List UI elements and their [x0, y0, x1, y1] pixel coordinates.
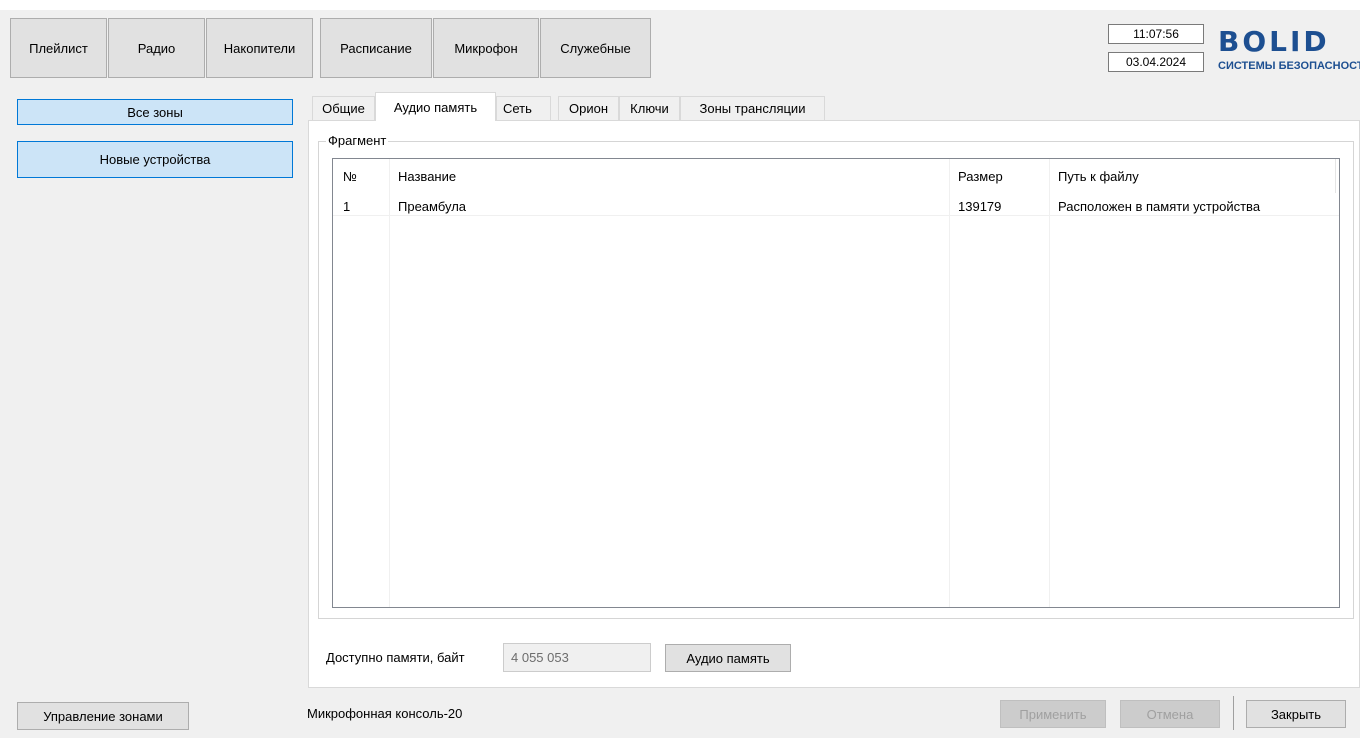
nav-service-button[interactable]: Служебные	[540, 18, 651, 78]
device-name-label: Микрофонная консоль-20	[307, 706, 463, 721]
nav-microphone-button[interactable]: Микрофон	[433, 18, 539, 78]
row-1-size[interactable]: 139179	[958, 199, 1001, 214]
apply-button[interactable]: Применить	[1000, 700, 1106, 728]
manage-zones-button[interactable]: Управление зонами	[17, 702, 189, 730]
tab-general[interactable]: Общие	[312, 96, 375, 120]
all-zones-button[interactable]: Все зоны	[17, 99, 293, 125]
clock-date: 03.04.2024	[1108, 52, 1204, 72]
button-divider	[1233, 696, 1234, 730]
column-header-size[interactable]: Размер	[958, 169, 1003, 184]
memory-label: Доступно памяти, байт	[326, 650, 465, 665]
fragment-group-label: Фрагмент	[326, 133, 389, 148]
header-divider	[1335, 159, 1336, 193]
column-divider	[949, 159, 950, 607]
top-strip	[0, 0, 1360, 10]
column-header-path[interactable]: Путь к файлу	[1058, 169, 1139, 184]
nav-storage-button[interactable]: Накопители	[206, 18, 313, 78]
memory-available-field: 4 055 053	[503, 643, 651, 672]
audio-memory-button[interactable]: Аудио память	[665, 644, 791, 672]
tab-orion[interactable]: Орион	[558, 96, 619, 120]
logo-wordmark: BOLID	[1218, 25, 1330, 58]
logo-subtitle: СИСТЕМЫ БЕЗОПАСНОСТИ	[1218, 60, 1360, 72]
nav-playlist-button[interactable]: Плейлист	[10, 18, 107, 78]
app-window: Плейлист Радио Накопители Расписание Мик…	[0, 0, 1360, 738]
row-1-path[interactable]: Расположен в памяти устройства	[1058, 199, 1260, 214]
bolid-logo: BOLID СИСТЕМЫ БЕЗОПАСНОСТИ	[1214, 22, 1360, 82]
column-header-name[interactable]: Название	[398, 169, 456, 184]
column-header-number[interactable]: №	[343, 169, 357, 184]
tab-network[interactable]: Сеть	[496, 96, 551, 120]
clock-time: 11:07:56	[1108, 24, 1204, 44]
row-1-name[interactable]: Преамбула	[398, 199, 466, 214]
tab-audio-memory[interactable]: Аудио память	[375, 92, 496, 121]
close-button[interactable]: Закрыть	[1246, 700, 1346, 728]
nav-schedule-button[interactable]: Расписание	[320, 18, 432, 78]
cancel-button[interactable]: Отмена	[1120, 700, 1220, 728]
tab-broadcast-zones[interactable]: Зоны трансляции	[680, 96, 825, 120]
row-separator	[333, 215, 1339, 216]
new-devices-button[interactable]: Новые устройства	[17, 141, 293, 178]
fragment-list[interactable]: № Название Размер Путь к файлу 1 Преамбу…	[332, 158, 1340, 608]
row-1-number[interactable]: 1	[343, 199, 350, 214]
tab-keys[interactable]: Ключи	[619, 96, 680, 120]
column-divider	[389, 159, 390, 607]
nav-radio-button[interactable]: Радио	[108, 18, 205, 78]
column-divider	[1049, 159, 1050, 607]
